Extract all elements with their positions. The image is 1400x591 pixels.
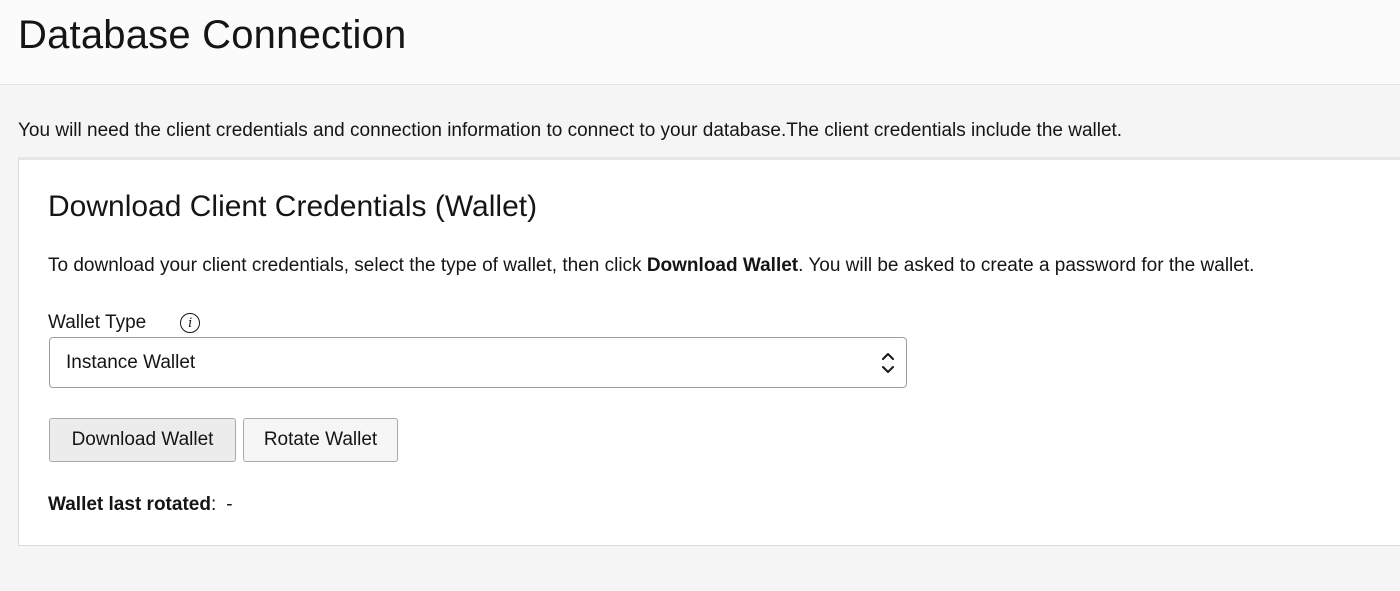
info-icon[interactable]: i bbox=[180, 313, 201, 333]
select-chevrons-icon bbox=[882, 353, 894, 373]
instructions-text-start: To download your client credentials, sel… bbox=[48, 255, 647, 276]
panel-title: Download Client Credentials (Wallet) bbox=[48, 190, 538, 223]
wallet-last-rotated-label: Wallet last rotated bbox=[48, 494, 211, 515]
panel-instructions: To download your client credentials, sel… bbox=[48, 254, 1254, 278]
wallet-type-label-row: Wallet Type i bbox=[48, 310, 201, 336]
wallet-last-rotated: Wallet last rotated: - bbox=[48, 493, 233, 517]
wallet-last-rotated-separator: : bbox=[210, 494, 217, 515]
instructions-bold-text: Download Wallet bbox=[646, 255, 799, 276]
rotate-wallet-button[interactable]: Rotate Wallet bbox=[243, 418, 398, 462]
intro-text: You will need the client credentials and… bbox=[18, 120, 1123, 141]
page-title: Database Connection bbox=[18, 13, 407, 57]
page-header: Database Connection bbox=[0, 0, 1400, 85]
download-wallet-button[interactable]: Download Wallet bbox=[49, 418, 236, 462]
wallet-type-selected-value: Instance Wallet bbox=[66, 352, 196, 373]
wallet-type-label: Wallet Type bbox=[48, 312, 147, 333]
wallet-type-select[interactable]: Instance Wallet bbox=[49, 337, 907, 388]
download-credentials-panel: Download Client Credentials (Wallet) To … bbox=[18, 157, 1400, 546]
instructions-text-end: . You will be asked to create a password… bbox=[798, 255, 1255, 276]
wallet-last-rotated-value: - bbox=[226, 494, 233, 515]
